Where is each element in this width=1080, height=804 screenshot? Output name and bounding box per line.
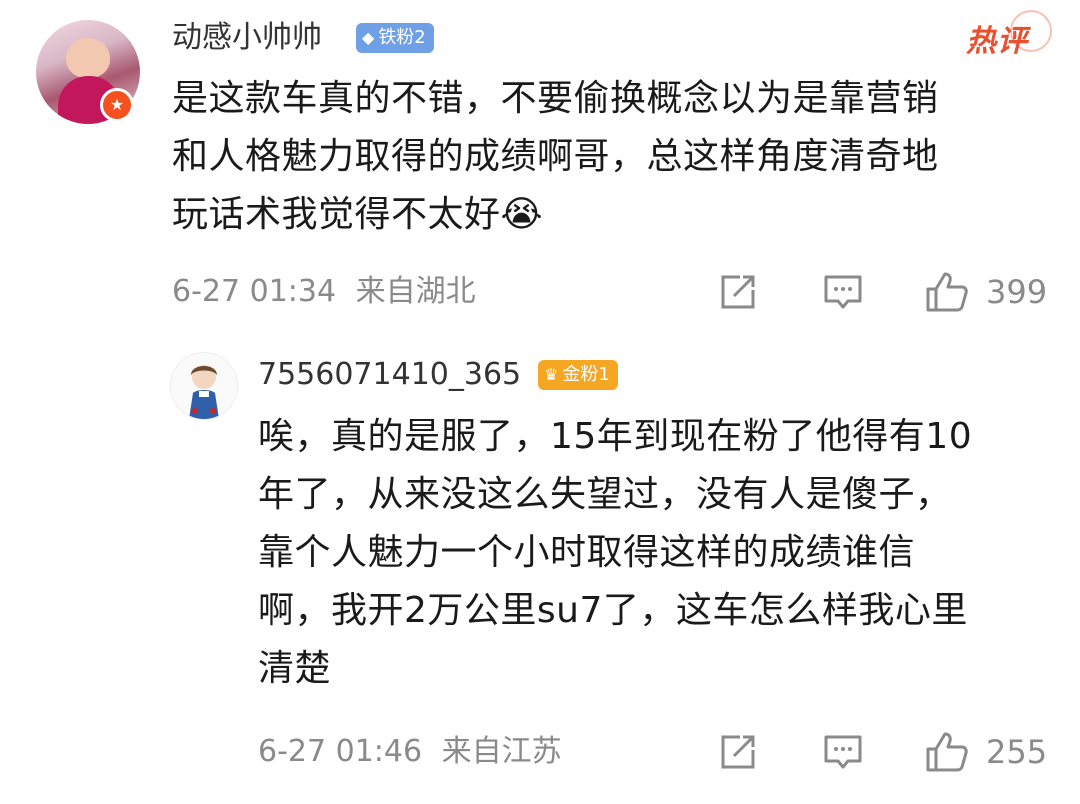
reply-line: 靠个人魅力一个小时取得这样的成绩谁信 bbox=[258, 532, 916, 573]
comment-button[interactable] bbox=[822, 268, 864, 316]
like-button[interactable]: 255 bbox=[924, 728, 1047, 776]
reply-line: 唉，真的是服了，15年到现在粉了他得有10 bbox=[258, 416, 973, 457]
like-count: 399 bbox=[986, 273, 1048, 311]
crown-icon: ♛ bbox=[544, 365, 559, 384]
comment-icon bbox=[824, 275, 862, 309]
cartoon-avatar-icon bbox=[189, 365, 219, 419]
thumbs-up-icon bbox=[926, 732, 968, 772]
comment-item: ★ 动感小帅帅 ◆ 铁粉2 热评 是这款车真的不错，不要偷换概念以为是靠营销 和… bbox=[0, 0, 1080, 340]
fan-level-label: 铁粉2 bbox=[378, 27, 426, 48]
reply-line: 清楚 bbox=[258, 648, 332, 689]
avatar-face bbox=[66, 38, 110, 78]
comment-button[interactable] bbox=[822, 728, 864, 776]
share-button[interactable] bbox=[718, 268, 758, 316]
comment-line: 玩话术我觉得不太好😭 bbox=[172, 194, 544, 235]
comment-line: 是这款车真的不错，不要偷换概念以为是靠营销 bbox=[172, 78, 939, 119]
comment-timestamp: 6-27 01:34 bbox=[172, 274, 337, 309]
fan-level-badge: ◆ 铁粉2 bbox=[356, 23, 434, 53]
share-icon bbox=[721, 735, 755, 769]
hot-stamp-icon bbox=[1010, 10, 1052, 52]
comment-line: 和人格魅力取得的成绩啊哥，总这样角度清奇地 bbox=[172, 136, 939, 177]
fan-level-badge: ♛ 金粉1 bbox=[538, 360, 618, 390]
comment-icon bbox=[824, 735, 862, 769]
share-button[interactable] bbox=[718, 728, 758, 776]
reply-line: 啊，我开2万公里su7了，这车怎么样我心里 bbox=[258, 590, 968, 631]
hot-comment-tag: 热评 bbox=[966, 10, 1052, 62]
vip-star-icon: ★ bbox=[100, 88, 134, 122]
reply-meta: 6-27 01:46 来自江苏 bbox=[258, 732, 562, 772]
commenter-username[interactable]: 动感小帅帅 bbox=[172, 18, 322, 58]
diamond-icon: ◆ bbox=[362, 28, 375, 47]
comment-location: 来自湖北 bbox=[355, 274, 476, 309]
fan-level-label: 金粉1 bbox=[562, 364, 610, 385]
like-button[interactable]: 399 bbox=[924, 268, 1047, 316]
comment-meta: 6-27 01:34 来自湖北 bbox=[172, 272, 476, 312]
replier-avatar[interactable] bbox=[170, 352, 238, 420]
bottom-fade bbox=[0, 770, 1080, 804]
thumbs-up-icon bbox=[926, 272, 968, 312]
reply-timestamp: 6-27 01:46 bbox=[258, 734, 423, 769]
like-count: 255 bbox=[986, 733, 1048, 771]
reply-line: 年了，从来没这么失望过，没有人是傻子， bbox=[258, 474, 952, 515]
reply-body: 唉，真的是服了，15年到现在粉了他得有10 年了，从来没这么失望过，没有人是傻子… bbox=[258, 408, 1058, 698]
reply-location: 来自江苏 bbox=[441, 734, 562, 769]
replier-username[interactable]: 7556071410_365 bbox=[258, 355, 521, 395]
comment-body: 是这款车真的不错，不要偷换概念以为是靠营销 和人格魅力取得的成绩啊哥，总这样角度… bbox=[172, 70, 1052, 244]
share-icon bbox=[721, 275, 755, 309]
